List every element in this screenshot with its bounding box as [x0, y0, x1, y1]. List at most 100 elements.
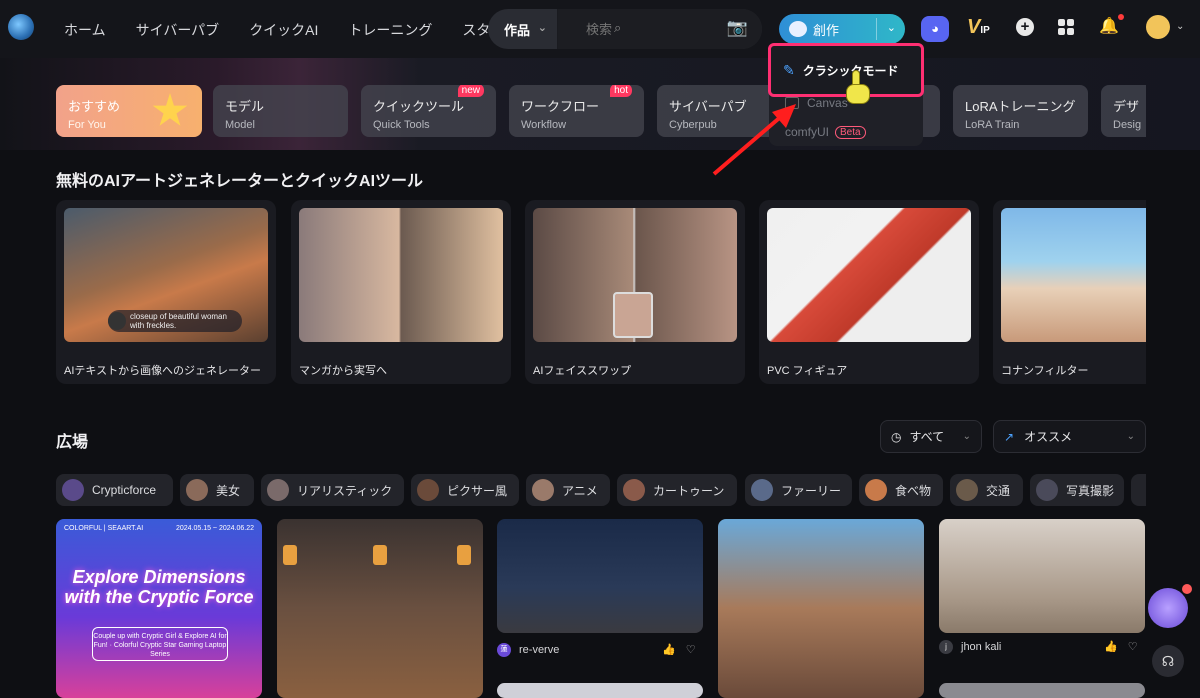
- tool-image: [299, 208, 503, 342]
- tag-row: Crypticforce 美女 リアリスティック ピクサー風 アニメ カートゥー…: [56, 474, 1146, 506]
- tag-label: ファーリー: [781, 483, 842, 498]
- category-sub: Workflow: [521, 119, 567, 131]
- tag-label: 写真撮影: [1066, 483, 1115, 498]
- palette-icon: [789, 21, 807, 37]
- promo-brand: COLORFUL | SEAART.AI: [64, 525, 144, 532]
- tag-thumb: [532, 479, 554, 501]
- vip-icon[interactable]: VIP: [967, 16, 990, 39]
- clock-icon: ◷: [891, 429, 902, 444]
- tag-label: 交通: [986, 483, 1011, 498]
- feed-author[interactable]: 蓮 re-verve: [497, 643, 559, 657]
- face-thumbnail: [613, 292, 653, 338]
- lantern-shape: [283, 545, 297, 565]
- chevron-down-icon[interactable]: ⌄: [1176, 21, 1184, 32]
- tag-thumb: [186, 479, 208, 501]
- category-sub: Model: [225, 119, 255, 131]
- tag-furry[interactable]: ファーリー: [745, 474, 852, 506]
- tag-transport[interactable]: 交通: [950, 474, 1023, 506]
- tag-thumb: [62, 479, 84, 501]
- feed-card-image[interactable]: [497, 519, 703, 633]
- new-badge: new: [457, 85, 484, 97]
- like-favorite-icons[interactable]: 👍♡: [662, 643, 706, 656]
- bell-icon[interactable]: 🔔: [1099, 14, 1124, 36]
- category-title: ワークフロー: [521, 99, 600, 114]
- tool-card-text-to-image[interactable]: closeup of beautiful woman with freckles…: [56, 200, 276, 384]
- tag-beauty[interactable]: 美女: [180, 474, 254, 506]
- category-sub: LoRA Train: [965, 119, 1020, 131]
- brush-icon: ✎: [783, 61, 795, 78]
- feed-card-image[interactable]: [939, 683, 1145, 698]
- nav-home[interactable]: ホーム: [64, 20, 106, 40]
- category-sub: Desig: [1113, 119, 1142, 131]
- notification-dot: [1117, 14, 1124, 20]
- category-quick-tools[interactable]: クイックツール Quick Tools new: [361, 85, 496, 137]
- tag-cartoon[interactable]: カートゥーン: [617, 474, 737, 506]
- create-button-divider: [876, 18, 877, 40]
- nav-quick-ai[interactable]: クイックAI: [249, 20, 318, 40]
- feed-card-promo[interactable]: COLORFUL | SEAART.AI 2024.05.15 ~ 2024.0…: [56, 519, 262, 698]
- category-design[interactable]: デザ Desig: [1101, 85, 1146, 137]
- like-favorite-icons[interactable]: 👍♡: [1104, 640, 1148, 653]
- category-lora-train[interactable]: LoRAトレーニング LoRA Train: [953, 85, 1088, 137]
- tag-photography[interactable]: 写真撮影: [1030, 474, 1124, 506]
- chevron-down-icon: ⌄: [537, 22, 547, 34]
- nav-cyberpub[interactable]: サイバーパブ: [136, 20, 220, 40]
- prompt-chip: closeup of beautiful woman with freckles…: [108, 310, 242, 332]
- tag-crypticforce[interactable]: Crypticforce: [56, 474, 173, 506]
- feed-card-image[interactable]: [718, 519, 924, 698]
- category-sub: Quick Tools: [373, 119, 430, 131]
- create-button-label: 創作: [813, 22, 840, 38]
- time-filter-select[interactable]: ◷ すべて ⌄: [880, 420, 982, 453]
- sort-filter-select[interactable]: ↗ オススメ ⌄: [993, 420, 1146, 453]
- beta-badge: Beta: [835, 125, 866, 139]
- avatar[interactable]: [1146, 15, 1170, 39]
- tool-caption: PVC フィギュア: [767, 365, 848, 377]
- tag-more[interactable]: [1131, 474, 1146, 506]
- create-button[interactable]: 創作 ⌄: [779, 14, 905, 44]
- tag-label: Crypticforce: [92, 483, 157, 497]
- tag-food[interactable]: 食べ物: [859, 474, 943, 506]
- feed-author[interactable]: j jhon kali: [939, 640, 1001, 654]
- tool-card-face-swap[interactable]: AIフェイススワップ: [525, 200, 745, 384]
- filter-label: すべて: [909, 430, 945, 444]
- category-workflow[interactable]: ワークフロー Workflow hot: [509, 85, 644, 137]
- tool-card-conan-filter[interactable]: コナンフィルター: [993, 200, 1146, 384]
- tool-caption: コナンフィルター: [1001, 365, 1089, 377]
- tag-anime[interactable]: アニメ: [526, 474, 610, 506]
- nav-training[interactable]: トレーニング: [348, 20, 432, 40]
- feed-card-image[interactable]: [939, 519, 1145, 633]
- chevron-down-icon[interactable]: ⌄: [887, 21, 896, 34]
- trend-icon: ↗: [1004, 429, 1015, 444]
- discord-icon[interactable]: ◕: [921, 16, 949, 42]
- category-sub: For You: [68, 119, 106, 131]
- tag-pixar[interactable]: ピクサー風: [411, 474, 519, 506]
- plus-icon[interactable]: +: [1016, 18, 1034, 36]
- camera-icon[interactable]: 📷: [727, 18, 748, 38]
- feed-card-image[interactable]: [277, 519, 483, 698]
- category-title: デザ: [1113, 99, 1140, 114]
- category-title: LoRAトレーニング: [965, 99, 1076, 114]
- feed-card-image[interactable]: [497, 683, 703, 698]
- apps-grid-icon[interactable]: [1058, 19, 1074, 35]
- category-for-you[interactable]: おすすめ For You: [56, 85, 202, 137]
- site-logo[interactable]: [8, 14, 34, 40]
- tool-card-manga-to-real[interactable]: マンガから実写へ: [291, 200, 511, 384]
- support-headset-icon[interactable]: ☊: [1152, 645, 1184, 677]
- tool-image: closeup of beautiful woman with freckles…: [64, 208, 268, 342]
- author-name: re-verve: [519, 644, 560, 656]
- search-category-select[interactable]: 作品 ⌄: [488, 9, 558, 49]
- lightning-float-icon[interactable]: [1148, 584, 1192, 628]
- author-name: jhon kali: [961, 641, 1002, 653]
- section-title-plaza: 広場: [56, 434, 89, 451]
- tool-card-pvc-figure[interactable]: PVC フィギュア: [759, 200, 979, 384]
- author-avatar: 蓮: [497, 643, 511, 657]
- hot-badge: hot: [610, 85, 632, 97]
- close-icon[interactable]: [1182, 584, 1192, 594]
- category-model[interactable]: モデル Model: [213, 85, 348, 137]
- tag-thumb: [865, 479, 887, 501]
- chevron-down-icon: ⌄: [962, 431, 971, 442]
- tag-realistic[interactable]: リアリスティック: [261, 474, 404, 506]
- search-group: 作品 ⌄ ⌕ 📷: [488, 9, 762, 49]
- category-title: クイックツール: [373, 99, 465, 114]
- sparkle-icon: [108, 312, 126, 330]
